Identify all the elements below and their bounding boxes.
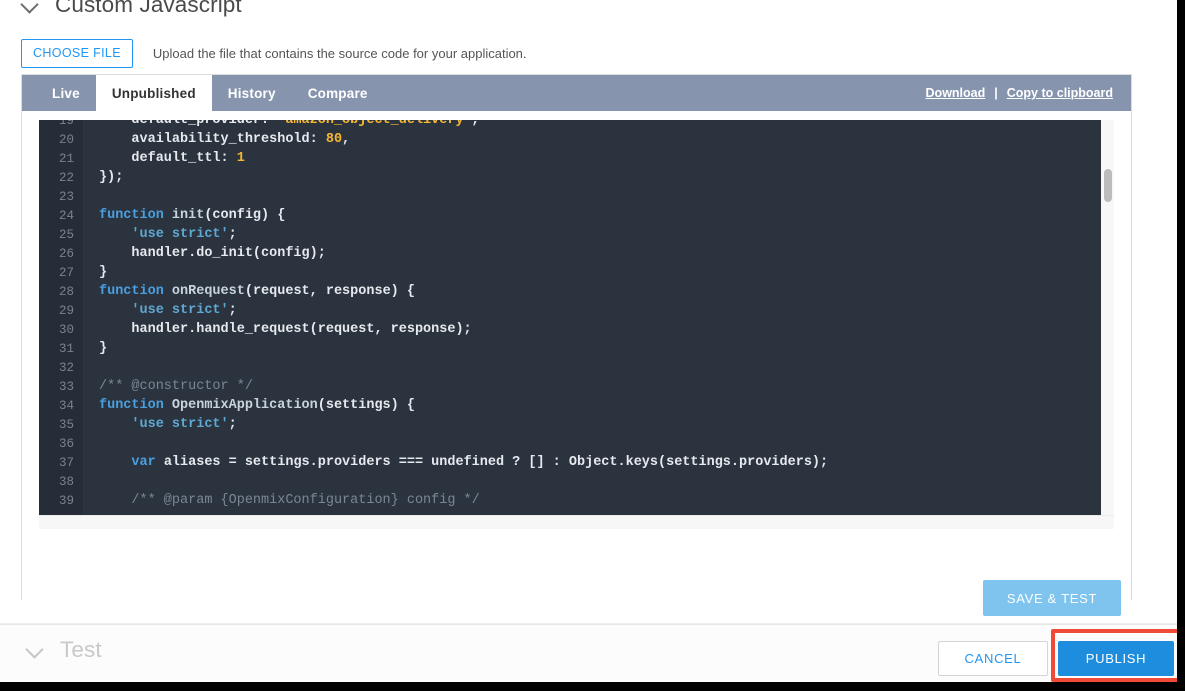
code-line: 29 'use strict'; xyxy=(39,301,1114,320)
code-line-source: /** @param {OpenmixConfiguration} config… xyxy=(99,493,480,508)
test-section-header[interactable]: Test xyxy=(25,637,102,663)
line-number: 32 xyxy=(58,360,74,375)
line-number: 30 xyxy=(58,322,74,337)
code-line: 30 handler.handle_request(request, respo… xyxy=(39,320,1114,339)
chevron-down-icon[interactable] xyxy=(25,639,47,661)
code-line: 26 handler.do_init(config); xyxy=(39,244,1114,263)
code-line: 27} xyxy=(39,263,1114,282)
publish-button[interactable]: PUBLISH xyxy=(1058,641,1174,676)
code-line-source: function onRequest(request, response) { xyxy=(99,284,415,299)
cancel-button[interactable]: CANCEL xyxy=(938,641,1048,676)
line-number: 28 xyxy=(58,284,74,299)
code-line-source: 'use strict'; xyxy=(131,227,237,242)
code-line: 31} xyxy=(39,339,1114,358)
line-number: 23 xyxy=(58,189,74,204)
horizontal-scrollbar[interactable] xyxy=(39,515,1114,529)
code-line: 33 /** @constructor */ xyxy=(39,377,1114,396)
code-line: 34 function OpenmixApplication(settings) … xyxy=(39,396,1114,415)
code-area-wrapper: 19 default_provider: 'amazon_object_deli… xyxy=(22,111,1131,600)
code-line-source: function init(config) { xyxy=(99,208,286,223)
vertical-scrollbar-thumb[interactable] xyxy=(1104,169,1112,202)
line-number: 39 xyxy=(58,493,74,508)
code-line: 32 xyxy=(39,358,1114,377)
line-number: 20 xyxy=(58,132,74,147)
download-link[interactable]: Download xyxy=(926,86,986,100)
code-line: 37 var aliases = settings.providers === … xyxy=(39,453,1114,472)
editor-actions: Download | Copy to clipboard xyxy=(926,75,1131,111)
line-number: 37 xyxy=(58,455,74,470)
code-line-source: availability_threshold: 80, xyxy=(99,132,351,147)
line-number: 29 xyxy=(58,303,74,318)
link-separator: | xyxy=(994,86,998,100)
code-line: 36 xyxy=(39,434,1114,453)
line-number: 24 xyxy=(58,208,74,223)
tab-unpublished[interactable]: Unpublished xyxy=(95,75,212,111)
code-line-source: 'use strict'; xyxy=(131,303,237,318)
code-line-source: } xyxy=(99,265,108,280)
app-root: Custom Javascript CHOOSE FILE Upload the… xyxy=(0,0,1185,691)
line-number: 27 xyxy=(58,265,74,280)
copy-to-clipboard-link[interactable]: Copy to clipboard xyxy=(1007,86,1113,100)
vertical-scrollbar[interactable] xyxy=(1101,120,1114,515)
code-line: 22}); xyxy=(39,168,1114,187)
line-number: 35 xyxy=(58,417,74,432)
code-line-source: handler.handle_request(request, response… xyxy=(99,322,472,337)
line-number: 38 xyxy=(58,474,74,489)
code-lines[interactable]: 19 default_provider: 'amazon_object_deli… xyxy=(39,120,1114,515)
code-line: 28 function onRequest(request, response) … xyxy=(39,282,1114,301)
code-line: 35 'use strict'; xyxy=(39,415,1114,434)
code-line-source: 'use strict'; xyxy=(131,417,237,432)
line-number: 34 xyxy=(58,398,74,413)
file-upload-row: CHOOSE FILE Upload the file that contain… xyxy=(21,39,527,68)
test-section-title: Test xyxy=(60,637,102,662)
line-number: 31 xyxy=(58,341,74,356)
save-and-test-button[interactable]: SAVE & TEST xyxy=(983,580,1121,616)
choose-file-button[interactable]: CHOOSE FILE xyxy=(21,39,133,68)
line-number: 26 xyxy=(58,246,74,261)
code-line: 39 /** @param {OpenmixConfiguration} con… xyxy=(39,491,1114,510)
custom-javascript-section-header[interactable]: Custom Javascript xyxy=(20,0,242,18)
chevron-down-icon[interactable] xyxy=(20,0,42,16)
code-editor[interactable]: 19 default_provider: 'amazon_object_deli… xyxy=(39,120,1114,515)
code-line: 19 default_provider: 'amazon_object_deli… xyxy=(39,120,1114,130)
code-line: 23 xyxy=(39,187,1114,206)
code-line-source: var aliases = settings.providers === und… xyxy=(131,455,829,470)
code-line-source: default_provider: 'amazon_object_deliver… xyxy=(99,120,480,128)
line-number: 25 xyxy=(58,227,74,242)
page-right-edge xyxy=(1177,0,1185,691)
page-viewport: Custom Javascript CHOOSE FILE Upload the… xyxy=(0,0,1177,682)
page-bottom-edge xyxy=(0,682,1185,691)
line-number: 19 xyxy=(58,120,74,128)
code-line: 38 xyxy=(39,472,1114,491)
code-line-source: }); xyxy=(99,170,124,185)
editor-tab-bar: Live Unpublished History Compare Downloa… xyxy=(22,75,1131,111)
upload-hint-text: Upload the file that contains the source… xyxy=(152,45,527,61)
code-line: 21 default_ttl: 1 xyxy=(39,149,1114,168)
code-line-source: default_ttl: 1 xyxy=(99,151,245,166)
tab-compare[interactable]: Compare xyxy=(292,75,384,111)
code-line: 25 'use strict'; xyxy=(39,225,1114,244)
code-editor-card: Live Unpublished History Compare Downloa… xyxy=(21,74,1132,600)
code-line-source: } xyxy=(99,341,108,356)
page-title: Custom Javascript xyxy=(55,0,242,17)
code-line-source: handler.do_init(config); xyxy=(99,246,326,261)
code-line: 20 availability_threshold: 80, xyxy=(39,130,1114,149)
code-line-source: function OpenmixApplication(settings) { xyxy=(99,398,415,413)
code-line-source: /** @constructor */ xyxy=(99,379,253,394)
code-line: 24 function init(config) { xyxy=(39,206,1114,225)
tab-live[interactable]: Live xyxy=(36,75,96,111)
tab-history[interactable]: History xyxy=(212,75,292,111)
line-number: 21 xyxy=(58,151,74,166)
line-number: 22 xyxy=(58,170,74,185)
line-number: 36 xyxy=(58,436,74,451)
line-number: 33 xyxy=(58,379,74,394)
